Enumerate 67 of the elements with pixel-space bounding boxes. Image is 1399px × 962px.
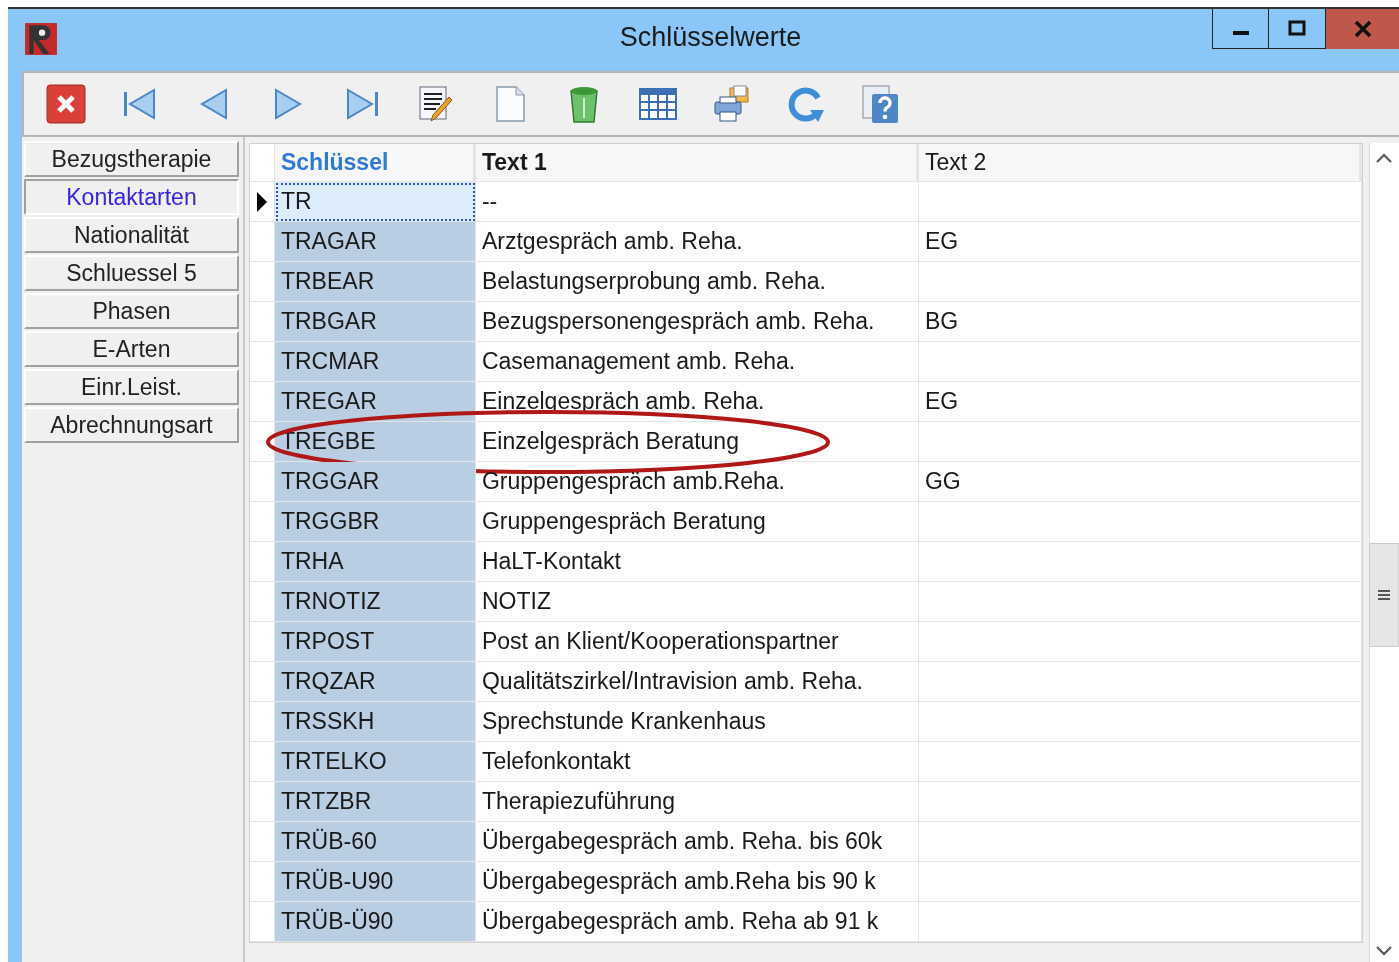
table-cell: Arztgespräch amb. Reha. bbox=[475, 222, 919, 262]
table-cell: TRSSKH bbox=[274, 702, 476, 742]
table-cell: GG bbox=[918, 462, 1362, 502]
scroll-thumb[interactable] bbox=[1369, 543, 1399, 647]
column-header[interactable]: Schlüssel bbox=[274, 144, 476, 182]
scrollbar[interactable] bbox=[1368, 143, 1399, 962]
table-cell: EG bbox=[918, 382, 1362, 422]
sidebar-tab[interactable]: Schluessel 5 bbox=[24, 255, 239, 291]
table-cell: TRBGAR bbox=[274, 302, 476, 342]
table-cell: TRAGAR bbox=[274, 222, 476, 262]
table-cell: Übergabegespräch amb. Reha ab 91 k bbox=[475, 902, 919, 942]
table-cell: Gruppengespräch Beratung bbox=[475, 502, 919, 542]
scroll-up-icon[interactable] bbox=[1376, 153, 1393, 163]
table-cell: TRBEAR bbox=[274, 262, 476, 302]
row-header[interactable] bbox=[249, 422, 275, 462]
table-cell: TRÜB-U90 bbox=[274, 862, 476, 902]
table-cell: BG bbox=[918, 302, 1362, 342]
table-cell: TRÜB-60 bbox=[274, 822, 476, 862]
close-icon[interactable] bbox=[1326, 9, 1399, 49]
table-cell: HaLT-Kontakt bbox=[475, 542, 919, 582]
sidebar-tab[interactable]: Kontaktarten bbox=[24, 179, 239, 215]
table-cell: Therapiezuführung bbox=[475, 782, 919, 822]
table-cell: Belastungserprobung amb. Reha. bbox=[475, 262, 919, 302]
table-cell: TRTELKO bbox=[274, 742, 476, 782]
table-cell: TRGGAR bbox=[274, 462, 476, 502]
table-cell: TREGBE bbox=[274, 422, 476, 462]
sidebar-tab[interactable]: Abrechnungsart bbox=[24, 407, 239, 443]
table-cell: TRGGBR bbox=[274, 502, 476, 542]
sidebar-tab[interactable]: E-Arten bbox=[24, 331, 239, 367]
maximize-icon[interactable] bbox=[1269, 9, 1326, 49]
help-icon[interactable] bbox=[860, 84, 900, 124]
column-header[interactable]: Text 1 bbox=[475, 144, 919, 182]
table-cell: TR bbox=[274, 182, 476, 222]
table-cell: TRPOST bbox=[274, 622, 476, 662]
table-cell: EG bbox=[918, 222, 1362, 262]
sidebar-tab[interactable]: Nationalität bbox=[24, 217, 239, 253]
table-cell: TRHA bbox=[274, 542, 476, 582]
table-cell: Qualitätszirkel/Intravision amb. Reha. bbox=[475, 662, 919, 702]
scroll-down-icon[interactable] bbox=[1376, 946, 1393, 956]
table-cell: Einzelgespräch amb. Reha. bbox=[475, 382, 919, 422]
minimize-icon[interactable] bbox=[1212, 9, 1269, 49]
table-cell: Übergabegespräch amb.Reha bis 90 k bbox=[475, 862, 919, 902]
print-icon[interactable] bbox=[712, 84, 752, 124]
table-cell: Sprechstunde Krankenhaus bbox=[475, 702, 919, 742]
table-cell: TRNOTIZ bbox=[274, 582, 476, 622]
table-cell: Casemanagement amb. Reha. bbox=[475, 342, 919, 382]
sidebar-tab[interactable]: Einr.Leist. bbox=[24, 369, 239, 405]
table-cell: Telefonkontakt bbox=[475, 742, 919, 782]
table-cell: NOTIZ bbox=[475, 582, 919, 622]
sidebar-tab[interactable]: Phasen bbox=[24, 293, 239, 329]
table-cell: Einzelgespräch Beratung bbox=[475, 422, 919, 462]
table-cell: Übergabegespräch amb. Reha. bis 60k bbox=[475, 822, 919, 862]
table-cell: -- bbox=[475, 182, 919, 222]
table-cell: Gruppengespräch amb.Reha. bbox=[475, 462, 919, 502]
row-header[interactable] bbox=[249, 182, 275, 222]
table-cell: Bezugspersonengespräch amb. Reha. bbox=[475, 302, 919, 342]
column-header[interactable]: Text 2 bbox=[918, 144, 1362, 182]
delete-icon[interactable] bbox=[46, 84, 86, 124]
table-cell: TRCMAR bbox=[274, 342, 476, 382]
app-logo-icon bbox=[24, 22, 58, 56]
table-cell: TRQZAR bbox=[274, 662, 476, 702]
table-cell: TRÜB-Ü90 bbox=[274, 902, 476, 942]
table-cell: TRTZBR bbox=[274, 782, 476, 822]
table-cell: TREGAR bbox=[274, 382, 476, 422]
sidebar-tab[interactable]: Bezugstherapie bbox=[24, 141, 239, 177]
table-cell: Post an Klient/Kooperationspartner bbox=[475, 622, 919, 662]
window-title: Schlüsselwerte bbox=[619, 22, 802, 53]
